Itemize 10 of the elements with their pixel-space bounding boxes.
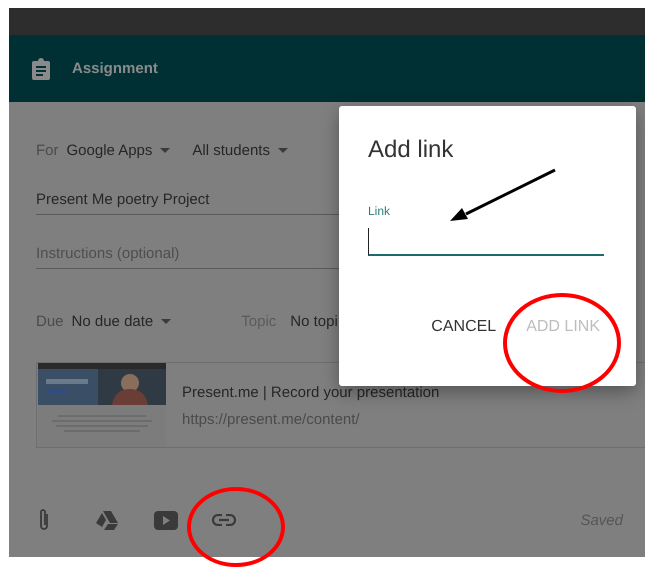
dialog-title: Add link xyxy=(368,136,454,164)
link-field-label: Link xyxy=(368,204,390,218)
title-field[interactable]: Present Me poetry Project xyxy=(36,191,366,215)
class-dropdown[interactable]: Google Apps xyxy=(66,142,170,158)
topic-dropdown[interactable]: No topi xyxy=(290,312,338,330)
due-date-dropdown[interactable]: No due date xyxy=(72,312,172,330)
header-title: Assignment xyxy=(72,60,158,77)
attachment-title: Present.me | Record your presentation xyxy=(182,384,440,401)
cancel-button[interactable]: CANCEL xyxy=(427,314,500,340)
students-dropdown[interactable]: All students xyxy=(192,142,288,158)
